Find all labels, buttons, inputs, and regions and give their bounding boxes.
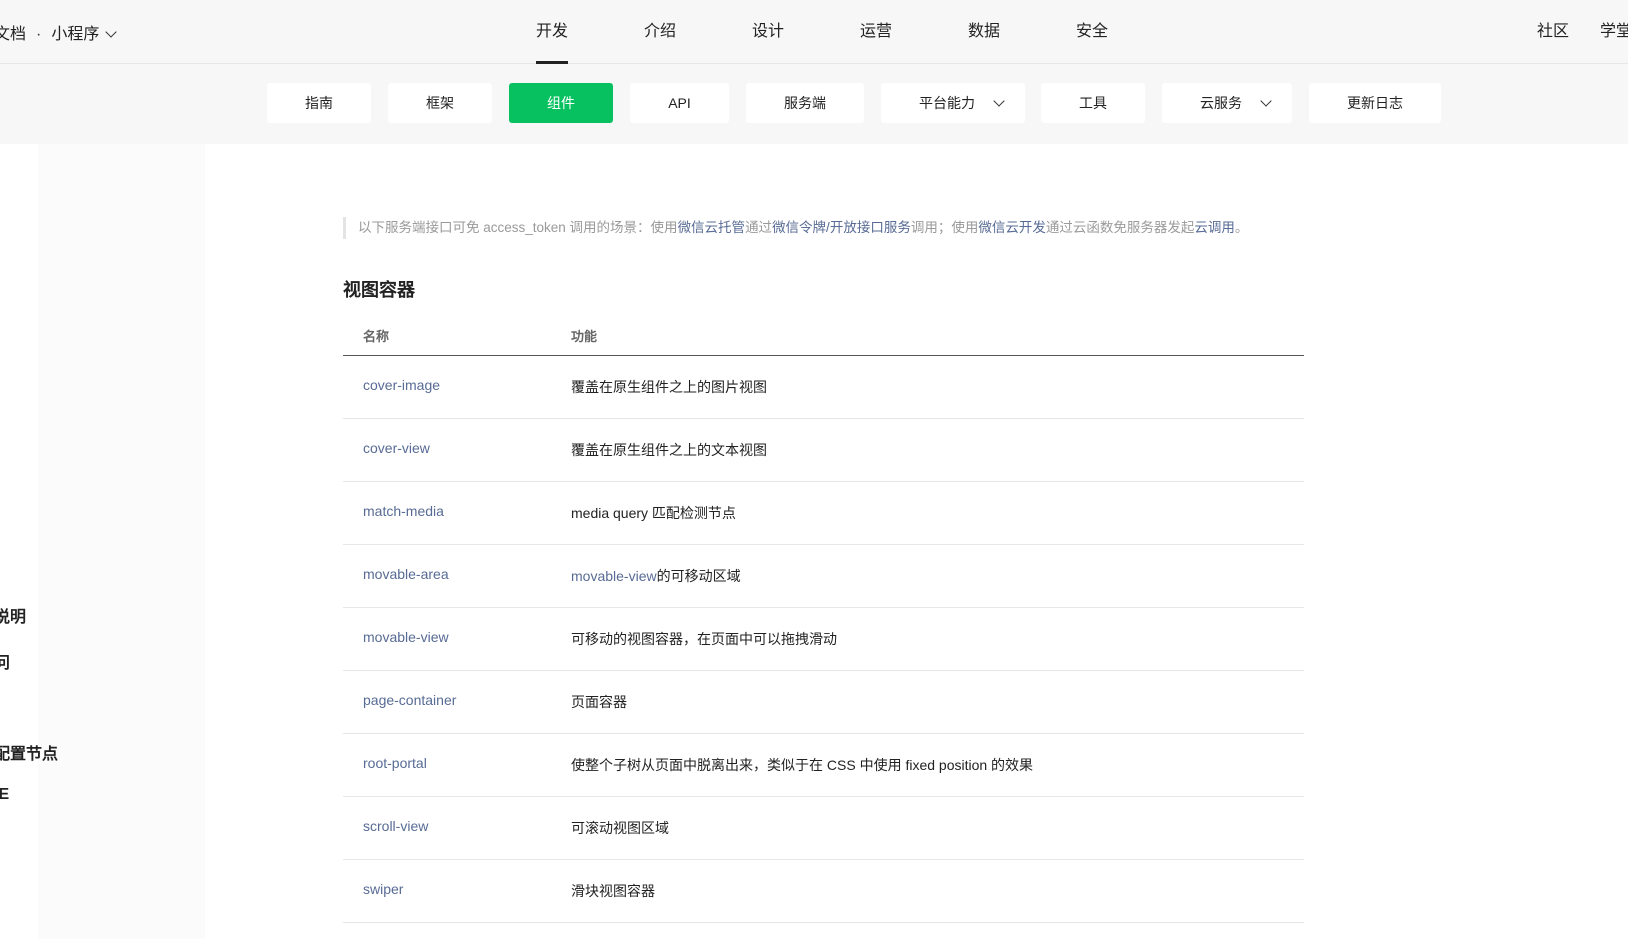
column-header-function: 功能 (571, 329, 598, 344)
tab-label: 更新日志 (1347, 95, 1403, 111)
sidebar-edge (0, 144, 38, 939)
main-nav-item-intro[interactable]: 介绍 (628, 0, 736, 64)
main-nav-item-design[interactable]: 设计 (736, 0, 844, 64)
component-link[interactable]: swiper (363, 881, 403, 897)
tab-platform-capability[interactable]: 平台能力 (881, 83, 1025, 123)
sidebar-item[interactable]: IE (0, 786, 9, 804)
table-row: cover-view 覆盖在原生组件之上的文本视图 (343, 419, 1304, 482)
top-header: 文档 · 小程序 开发 介绍 设计 运营 数据 安全 社区 学堂 (0, 0, 1628, 64)
column-header-name: 名称 (363, 329, 390, 344)
tab-api[interactable]: API (630, 83, 729, 123)
tab-label: 云服务 (1200, 95, 1242, 111)
tab-components[interactable]: 组件 (509, 83, 613, 123)
description-text: 覆盖在原生组件之上的文本视图 (571, 442, 767, 458)
tab-guide[interactable]: 指南 (267, 83, 371, 123)
tab-label: 服务端 (784, 95, 826, 111)
tab-cloud-service[interactable]: 云服务 (1162, 83, 1292, 123)
table-header: 名称 功能 (343, 314, 1304, 356)
notice-link-token-service[interactable]: 微信令牌/开放接口服务 (772, 220, 911, 235)
component-description: 滑块视图容器 (571, 881, 655, 901)
component-link[interactable]: match-media (363, 503, 444, 519)
component-description: movable-view的可移动区域 (571, 566, 741, 586)
table-row: swiper 滑块视图容器 (343, 860, 1304, 923)
description-text: 覆盖在原生组件之上的图片视图 (571, 379, 767, 395)
table-row: movable-view 可移动的视图容器，在页面中可以拖拽滑动 (343, 608, 1304, 671)
table-row: cover-image 覆盖在原生组件之上的图片视图 (343, 356, 1304, 419)
tab-changelog[interactable]: 更新日志 (1309, 83, 1441, 123)
component-link[interactable]: page-container (363, 692, 456, 708)
component-description: 可滚动视图区域 (571, 818, 669, 838)
sidebar (0, 144, 205, 939)
table-row: page-container 页面容器 (343, 671, 1304, 734)
brand-title[interactable]: 文档 (0, 26, 26, 43)
nav-community[interactable]: 社区 (1537, 0, 1569, 64)
product-switcher-label[interactable]: 小程序 (51, 26, 99, 43)
nav-academy[interactable]: 学堂 (1600, 0, 1628, 64)
description-text: 使整个子树从页面中脱离出来，类似于在 CSS 中使用 fixed positio… (571, 757, 1034, 773)
component-link[interactable]: scroll-view (363, 818, 428, 834)
main-nav: 开发 介绍 设计 运营 数据 安全 (520, 0, 1168, 64)
component-link[interactable]: root-portal (363, 755, 427, 771)
chevron-down-icon (993, 95, 1005, 107)
main-nav-item-security[interactable]: 安全 (1060, 0, 1168, 64)
tab-label: 框架 (426, 95, 454, 111)
sidebar-item[interactable]: 说明 (0, 603, 26, 627)
tab-label: 组件 (547, 95, 575, 111)
table-row: scroll-view 可滚动视图区域 (343, 797, 1304, 860)
main-nav-item-operation[interactable]: 运营 (844, 0, 952, 64)
tab-label: 工具 (1079, 95, 1107, 111)
description-text: 可滚动视图区域 (571, 820, 669, 836)
description-link[interactable]: movable-view (571, 568, 657, 584)
component-description: media query 匹配检测节点 (571, 503, 736, 523)
tab-framework[interactable]: 框架 (388, 83, 492, 123)
notice-text: 调用；使用 (910, 220, 979, 235)
description-text: 可移动的视图容器，在页面中可以拖拽滑动 (571, 631, 837, 647)
chevron-down-icon (1260, 95, 1272, 107)
description-text: 滑块视图容器 (571, 883, 655, 899)
sidebar-item[interactable]: 问 (0, 649, 10, 673)
section-title: 视图容器 (343, 280, 415, 300)
right-nav: 社区 学堂 (1505, 0, 1628, 64)
tab-label: API (668, 95, 691, 111)
table-row: root-portal 使整个子树从页面中脱离出来，类似于在 CSS 中使用 fi… (343, 734, 1304, 797)
sub-nav: 指南 框架 组件 API 服务端 平台能力 工具 云服务 更新日志 (0, 64, 1628, 144)
component-description: 可移动的视图容器，在页面中可以拖拽滑动 (571, 629, 837, 649)
notice-link-cloud-dev[interactable]: 微信云开发 (978, 220, 1046, 235)
tab-server[interactable]: 服务端 (746, 83, 864, 123)
component-description: 覆盖在原生组件之上的图片视图 (571, 377, 767, 397)
notice-blockquote: 以下服务端接口可免 access_token 调用的场景：使用微信云托管通过微信… (343, 217, 1248, 239)
table-row: match-media media query 匹配检测节点 (343, 482, 1304, 545)
component-link[interactable]: cover-image (363, 377, 440, 393)
tab-tools[interactable]: 工具 (1041, 83, 1145, 123)
notice-link-cloud-hosting[interactable]: 微信云托管 (678, 220, 746, 235)
component-description: 页面容器 (571, 692, 627, 712)
chevron-down-icon[interactable] (105, 26, 118, 38)
tab-label: 指南 (305, 95, 333, 111)
component-link[interactable]: movable-view (363, 629, 449, 645)
brand[interactable]: 文档 · 小程序 (0, 20, 118, 44)
description-text: 页面容器 (571, 694, 627, 710)
main-nav-item-data[interactable]: 数据 (952, 0, 1060, 64)
notice-text: 通过云函数免服务器发起 (1045, 220, 1195, 235)
sidebar-item[interactable]: 配置节点 (0, 740, 58, 764)
component-description: 使整个子树从页面中脱离出来，类似于在 CSS 中使用 fixed positio… (571, 755, 1033, 775)
brand-separator: · (36, 26, 42, 43)
tab-label: 平台能力 (919, 95, 975, 111)
notice-link-cloud-call[interactable]: 云调用 (1194, 220, 1235, 235)
description-text: media query 匹配检测节点 (571, 505, 736, 521)
component-link[interactable]: movable-area (363, 566, 449, 582)
description-text: 的可移动区域 (656, 568, 741, 584)
component-description: 覆盖在原生组件之上的文本视图 (571, 440, 767, 460)
notice-text: 以下服务端接口可免 access_token 调用的场景：使用 (358, 220, 678, 235)
main-nav-item-dev[interactable]: 开发 (520, 0, 628, 64)
components-table: 名称 功能 cover-image 覆盖在原生组件之上的图片视图 cover-vi… (343, 314, 1304, 923)
notice-text: 。 (1234, 220, 1249, 235)
notice-text: 通过 (745, 220, 773, 235)
component-link[interactable]: cover-view (363, 440, 430, 456)
table-row: movable-area movable-view的可移动区域 (343, 545, 1304, 608)
